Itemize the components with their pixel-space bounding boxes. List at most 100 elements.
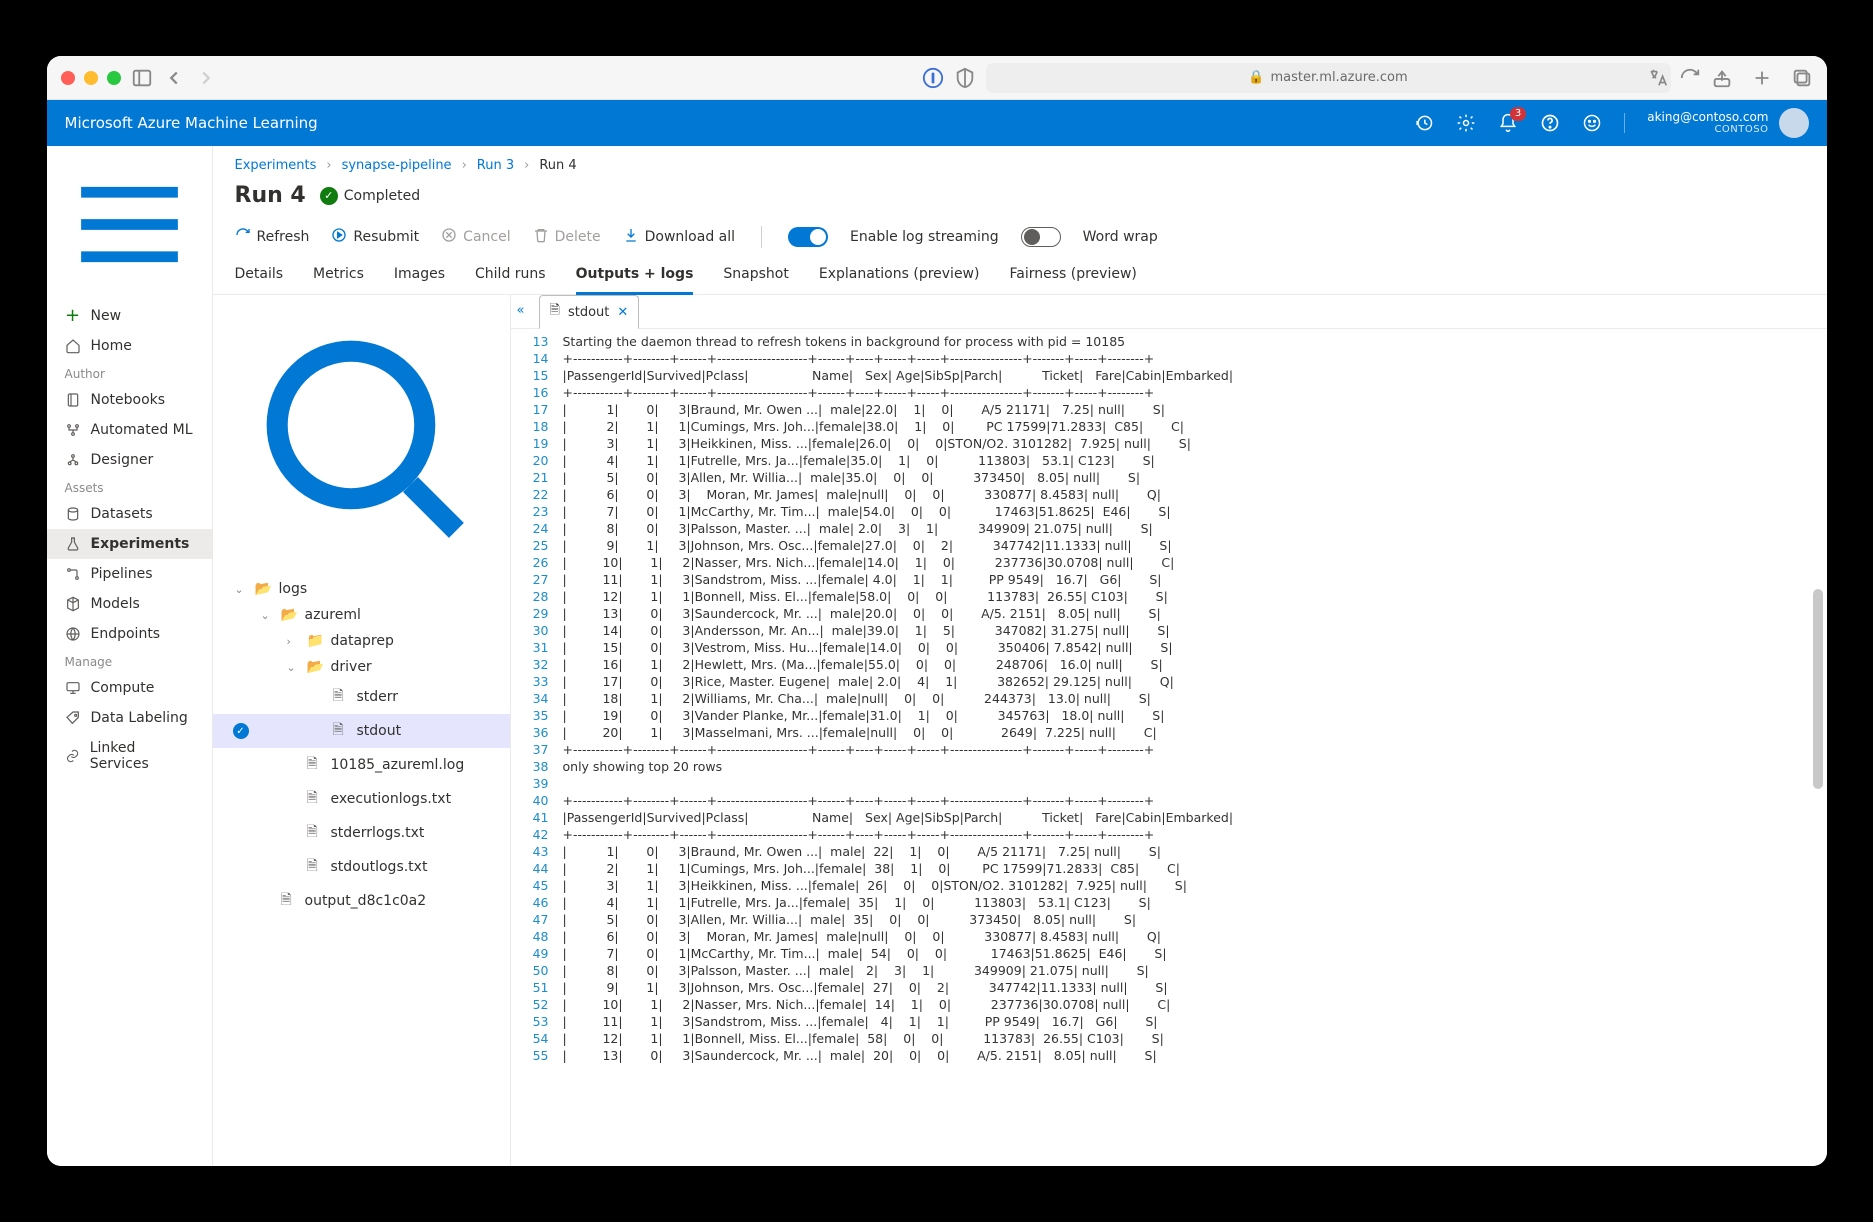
reload-icon[interactable] — [1679, 67, 1701, 89]
tree-folder-azureml[interactable]: ⌄📂azureml — [213, 602, 510, 628]
crumb-experiments[interactable]: Experiments — [235, 158, 317, 173]
download-all-button[interactable]: Download all — [623, 227, 735, 247]
refresh-button[interactable]: Refresh — [235, 227, 310, 247]
line-content: | 8| 0| 3|Palsson, Master. ...| male| 2|… — [563, 962, 1827, 979]
settings-gear-icon[interactable] — [1456, 113, 1476, 133]
chevron-down-icon: ⌄ — [261, 609, 273, 622]
nav-home[interactable]: Home — [47, 331, 212, 361]
nav-linkedservices[interactable]: Linked Services — [47, 733, 212, 779]
nav-notebooks[interactable]: Notebooks — [47, 385, 212, 415]
tab-childruns[interactable]: Child runs — [475, 258, 546, 294]
help-icon[interactable] — [1540, 113, 1560, 133]
chevron-right-icon: › — [287, 635, 299, 648]
line-content: | 11| 1| 3|Sandstrom, Miss. ...|female| … — [563, 571, 1827, 588]
line-number: 30 — [511, 622, 563, 639]
tab-outputs-logs[interactable]: Outputs + logs — [576, 258, 694, 295]
hamburger-icon[interactable] — [47, 152, 212, 301]
tab-explanations[interactable]: Explanations (preview) — [819, 258, 980, 294]
crumb-pipeline[interactable]: synapse-pipeline — [342, 158, 452, 173]
nav-section-assets: Assets — [47, 475, 212, 499]
tab-details[interactable]: Details — [235, 258, 284, 294]
share-icon[interactable] — [1711, 67, 1733, 89]
close-window-icon[interactable] — [61, 71, 75, 85]
content-tabs: Details Metrics Images Child runs Output… — [213, 258, 1827, 295]
user-account[interactable]: aking@contoso.com CONTOSO — [1647, 108, 1808, 138]
log-content[interactable]: 13Starting the daemon thread to refresh … — [511, 329, 1827, 1166]
log-streaming-toggle[interactable] — [788, 227, 828, 247]
tree-file-output[interactable]: 🗎output_d8c1c0a2 — [213, 884, 510, 918]
tabs-overview-icon[interactable] — [1791, 67, 1813, 89]
tree-file-stdoutlogs[interactable]: 🗎stdoutlogs.txt — [213, 850, 510, 884]
forward-icon[interactable] — [195, 67, 217, 89]
tree-folder-logs[interactable]: ⌄📂logs — [213, 576, 510, 602]
nav-label: Pipelines — [91, 566, 153, 582]
editor-tab-label: stdout — [568, 305, 609, 320]
nav-pipelines[interactable]: Pipelines — [47, 559, 212, 589]
close-tab-icon[interactable]: ✕ — [617, 305, 628, 320]
tree-label: stderrlogs.txt — [331, 825, 425, 841]
nav-datalabeling[interactable]: Data Labeling — [47, 703, 212, 733]
nav-datasets[interactable]: Datasets — [47, 499, 212, 529]
editor-tab-stdout[interactable]: 🗎 stdout ✕ — [539, 295, 640, 329]
line-content: | 5| 0| 3|Allen, Mr. Willia...| male| 35… — [563, 911, 1827, 928]
tree-file-azuremllog[interactable]: 🗎10185_azureml.log — [213, 748, 510, 782]
collapse-tree-icon[interactable]: « — [517, 303, 525, 318]
tab-metrics[interactable]: Metrics — [313, 258, 364, 294]
user-org: CONTOSO — [1647, 124, 1768, 136]
translate-icon[interactable] — [1647, 67, 1669, 89]
line-content: |PassengerId|Survived|Pclass| Name| Sex|… — [563, 809, 1827, 826]
home-icon — [65, 338, 81, 354]
resubmit-button[interactable]: Resubmit — [331, 227, 419, 247]
tree-folder-dataprep[interactable]: ›📁dataprep — [213, 628, 510, 654]
tree-search-icon[interactable] — [213, 305, 510, 576]
separator — [1624, 113, 1625, 133]
feedback-smile-icon[interactable] — [1582, 113, 1602, 133]
back-icon[interactable] — [163, 67, 185, 89]
maximize-window-icon[interactable] — [107, 71, 121, 85]
tree-file-executionlogs[interactable]: 🗎executionlogs.txt — [213, 782, 510, 816]
tree-file-stderr[interactable]: 🗎stderr — [213, 680, 510, 714]
line-content: | 10| 1| 2|Nasser, Mrs. Nich...|female|1… — [563, 554, 1827, 571]
tree-file-stdout[interactable]: ✓🗎stdout — [213, 714, 510, 748]
line-number: 34 — [511, 690, 563, 707]
vertical-scrollbar[interactable] — [1813, 589, 1823, 789]
tree-folder-driver[interactable]: ⌄📂driver — [213, 654, 510, 680]
line-number: 41 — [511, 809, 563, 826]
tab-snapshot[interactable]: Snapshot — [723, 258, 788, 294]
line-content: | 14| 0| 3|Andersson, Mr. An...| male|39… — [563, 622, 1827, 639]
chevron-right-icon: › — [462, 158, 467, 173]
nav-models[interactable]: Models — [47, 589, 212, 619]
app-header: Microsoft Azure Machine Learning 3 aking… — [47, 100, 1827, 146]
tab-images[interactable]: Images — [394, 258, 445, 294]
onepassword-icon[interactable] — [922, 67, 944, 89]
line-number: 52 — [511, 996, 563, 1013]
download-icon — [623, 227, 639, 247]
line-content: | 8| 0| 3|Palsson, Master. ...| male| 2.… — [563, 520, 1827, 537]
nav-automl[interactable]: Automated ML — [47, 415, 212, 445]
cancel-button: Cancel — [441, 227, 510, 247]
nav-experiments[interactable]: Experiments — [47, 529, 212, 559]
notifications-bell-icon[interactable]: 3 — [1498, 113, 1518, 133]
new-tab-icon[interactable] — [1751, 67, 1773, 89]
shield-icon[interactable] — [954, 67, 976, 89]
nav-endpoints[interactable]: Endpoints — [47, 619, 212, 649]
delete-button: Delete — [533, 227, 601, 247]
nav-compute[interactable]: Compute — [47, 673, 212, 703]
tab-fairness[interactable]: Fairness (preview) — [1009, 258, 1136, 294]
status-text: Completed — [344, 188, 420, 204]
minimize-window-icon[interactable] — [84, 71, 98, 85]
notebook-icon — [65, 392, 81, 408]
line-number: 54 — [511, 1030, 563, 1047]
word-wrap-toggle[interactable] — [1021, 227, 1061, 247]
check-icon: ✓ — [320, 187, 338, 205]
nav-designer[interactable]: Designer — [47, 445, 212, 475]
url-text: master.ml.azure.com — [1271, 70, 1408, 85]
tree-file-stderrlogs[interactable]: 🗎stderrlogs.txt — [213, 816, 510, 850]
history-icon[interactable] — [1414, 113, 1434, 133]
address-bar[interactable]: 🔒 master.ml.azure.com — [986, 63, 1671, 93]
folder-icon: 📂 — [281, 607, 297, 623]
nav-new[interactable]: +New — [47, 301, 212, 331]
crumb-run3[interactable]: Run 3 — [477, 158, 514, 173]
crumb-current: Run 4 — [539, 158, 576, 173]
sidebar-toggle-icon[interactable] — [131, 67, 153, 89]
